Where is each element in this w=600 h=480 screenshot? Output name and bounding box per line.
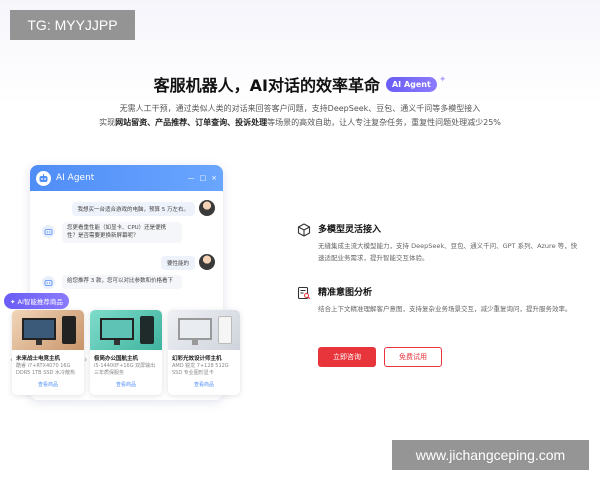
chat-window: AI Agent — □ × 我想买一台适合游戏的电脑，预算 5 万左右。 您更…	[4, 165, 240, 400]
user-avatar	[199, 254, 215, 270]
chat-header: AI Agent — □ ×	[30, 165, 223, 191]
hero-title-row: 客服机器人，AI对话的效率革命 AI Agent ✦	[0, 72, 600, 96]
chat-title: AI Agent	[56, 173, 95, 183]
product-card[interactable]: 极简办公国航主机 i5-14400F+16G 双屏输出 三年质保服务 查看商品	[90, 310, 162, 395]
subtitle-prefix: 实现	[99, 118, 116, 127]
product-spec: AMD 锐龙 7+128 512G SSD 专业图形显卡	[172, 363, 229, 376]
product-spec: 酷睿 i7+RTX4070 16G DDR5 1TB SSD 水冷散热	[16, 363, 75, 376]
bot-avatar-icon	[42, 225, 55, 238]
product-title: 未来战士电竞主机	[16, 356, 61, 362]
cube-icon	[297, 222, 311, 237]
robot-icon	[36, 170, 51, 186]
watermark-bottom-right: www.jichangceping.com	[392, 440, 589, 470]
product-carousel: 未来战士电竞主机 酷睿 i7+RTX4070 16G DDR5 1TB SSD …	[12, 310, 240, 395]
maximize-icon[interactable]: □	[200, 174, 207, 182]
chat-message-user: 我想买一台适合游戏的电脑，预算 5 万左右。	[71, 202, 195, 216]
view-product-link[interactable]: 查看商品	[90, 381, 162, 388]
chat-message-bot: 您更看重性能（如显卡、CPU）还是便携性？是否需要更换新屏幕呢？	[62, 222, 182, 244]
subtitle-suffix: 等场景的高效自助，让人专注复杂任务，重复性问题处理减少25%	[267, 118, 501, 127]
consult-now-button[interactable]: 立即咨询	[318, 347, 376, 367]
ai-recommend-tag: ✦ AI智能推荐商品	[4, 293, 69, 309]
watermark-top-left: TG: MYYJJPP	[10, 10, 135, 40]
product-title: 极简办公国航主机	[94, 356, 139, 362]
feature-title: 精准意图分析	[318, 288, 373, 298]
hero-subtitle-line1: 无需人工干预，通过类似人类的对话来回答客户问题，支持DeepSeek、豆包、通义…	[119, 104, 481, 113]
close-icon[interactable]: ×	[211, 174, 217, 182]
bot-avatar-icon	[42, 276, 55, 289]
product-title: 幻彩光效设计师主机	[172, 356, 222, 362]
view-product-link[interactable]: 查看商品	[168, 381, 240, 388]
window-controls: — □ ×	[188, 174, 218, 182]
subtitle-highlight: 网站留资、产品推荐、订单查询、投诉处理	[115, 118, 268, 127]
product-image	[12, 310, 84, 350]
feature-description: 无缝集成主流大模型能力，支持 DeepSeek、豆包、通义千问、GPT 系列、A…	[318, 242, 578, 263]
product-card[interactable]: 未来战士电竞主机 酷睿 i7+RTX4070 16G DDR5 1TB SSD …	[12, 310, 84, 395]
product-image	[90, 310, 162, 350]
hero-subtitle-line2: 实现网站留资、产品推荐、订单查询、投诉处理等场景的高效自助，让人专注复杂任务，重…	[0, 117, 600, 128]
product-spec: i5-14400F+16G 双屏输出 三年质保服务	[94, 363, 156, 376]
ai-agent-badge: AI Agent	[385, 76, 437, 92]
feature-title: 多模型灵活接入	[318, 225, 382, 235]
free-trial-button[interactable]: 免费试用	[384, 347, 442, 367]
sparkle-icon: ✦	[438, 75, 447, 85]
feature-description: 结合上下文精准理解客户意图，支持复杂业务场景交互，减少重复询问，提升服务效率。	[318, 305, 572, 313]
chat-message-user: 要性能的	[160, 256, 195, 270]
minimize-icon[interactable]: —	[188, 174, 195, 182]
chat-message-bot: 给您推荐 3 款，您可以对比参数和价格看下	[62, 275, 182, 289]
product-image	[168, 310, 240, 350]
view-product-link[interactable]: 查看商品	[12, 381, 84, 388]
document-analysis-icon	[297, 285, 311, 300]
product-card[interactable]: 幻彩光效设计师主机 AMD 锐龙 7+128 512G SSD 专业图形显卡 查…	[168, 310, 240, 395]
page-title: 客服机器人，AI对话的效率革命	[153, 76, 380, 95]
user-avatar	[199, 200, 215, 216]
